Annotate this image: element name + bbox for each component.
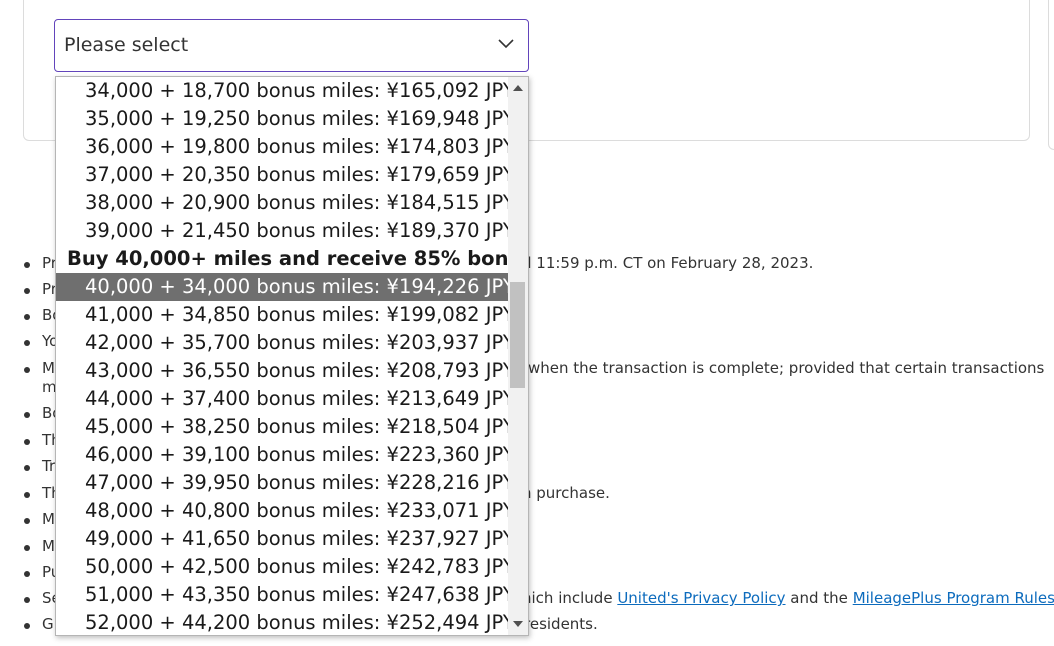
option[interactable]: 49,000 + 41,650 bonus miles: ¥237,927 JP… xyxy=(56,525,515,553)
dropdown-scrollbar[interactable] xyxy=(508,77,528,635)
residents-text: residents. xyxy=(524,615,598,633)
terms-fragment: Tr xyxy=(42,457,56,475)
option[interactable]: 39,000 + 21,450 bonus miles: ¥189,370 JP… xyxy=(56,217,515,245)
bullet xyxy=(24,412,30,418)
bullet xyxy=(24,492,30,498)
option[interactable]: 43,000 + 36,550 bonus miles: ¥208,793 JP… xyxy=(56,357,515,385)
program-rules-link[interactable]: MileagePlus Program Rules xyxy=(853,589,1054,607)
bullet xyxy=(24,314,30,320)
option[interactable]: 45,000 + 38,250 bonus miles: ¥218,504 JP… xyxy=(56,413,515,441)
bullet xyxy=(24,545,30,551)
bullet xyxy=(24,465,30,471)
bullet xyxy=(24,571,30,577)
and-the-text: and the xyxy=(785,589,853,607)
scroll-down-arrow-icon[interactable] xyxy=(513,621,523,627)
terms-fragment: M xyxy=(42,510,55,528)
bullet xyxy=(24,518,30,524)
option[interactable]: 36,000 + 19,800 bonus miles: ¥174,803 JP… xyxy=(56,133,515,161)
option[interactable]: 35,000 + 19,250 bonus miles: ¥169,948 JP… xyxy=(56,105,515,133)
chevron-down-icon xyxy=(498,39,514,49)
privacy-policy-link[interactable]: United's Privacy Policy xyxy=(617,589,785,607)
option[interactable]: 48,000 + 40,800 bonus miles: ¥233,071 JP… xyxy=(56,497,515,525)
options-container: 34,000 + 18,700 bonus miles: ¥165,092 JP… xyxy=(56,77,529,635)
bullet xyxy=(24,262,30,268)
option[interactable]: 46,000 + 39,100 bonus miles: ¥223,360 JP… xyxy=(56,441,515,469)
optgroup-label: Buy 40,000+ miles and receive 85% bonus xyxy=(67,247,529,270)
scroll-up-arrow-icon[interactable] xyxy=(513,85,523,91)
option[interactable]: 50,000 + 42,500 bonus miles: ¥242,783 JP… xyxy=(56,553,515,581)
option[interactable]: 44,000 + 37,400 bonus miles: ¥213,649 JP… xyxy=(56,385,515,413)
side-card xyxy=(1048,0,1054,150)
miles-dropdown-list[interactable]: 34,000 + 18,700 bonus miles: ¥165,092 JP… xyxy=(55,76,529,636)
include-text: hich include xyxy=(522,589,618,607)
option[interactable]: 41,000 + 34,850 bonus miles: ¥199,082 JP… xyxy=(56,301,515,329)
scrollbar-thumb[interactable] xyxy=(510,282,525,388)
option[interactable]: 37,000 + 20,350 bonus miles: ¥179,659 JP… xyxy=(56,161,515,189)
terms-fragment: G xyxy=(42,615,54,633)
option[interactable]: 47,000 + 39,950 bonus miles: ¥228,216 JP… xyxy=(56,469,515,497)
privacy-sentence: hich include United's Privacy Policy and… xyxy=(522,589,1054,607)
bullet xyxy=(24,623,30,629)
transaction-text: when the transaction is complete; provid… xyxy=(528,359,1045,377)
bullet xyxy=(24,288,30,294)
bullet xyxy=(24,597,30,603)
terms-fragment: M xyxy=(42,537,55,555)
bullet xyxy=(24,439,30,445)
select-placeholder: Please select xyxy=(64,34,189,56)
terms-fragment: M xyxy=(42,359,55,377)
bullet xyxy=(24,340,30,346)
option[interactable]: 34,000 + 18,700 bonus miles: ¥165,092 JP… xyxy=(56,77,515,105)
option[interactable]: 52,000 + 44,200 bonus miles: ¥252,494 JP… xyxy=(56,609,515,635)
option[interactable]: 51,000 + 43,350 bonus miles: ¥247,638 JP… xyxy=(56,581,515,609)
option[interactable]: 42,000 + 35,700 bonus miles: ¥203,937 JP… xyxy=(56,329,515,357)
option-highlighted[interactable]: 40,000 + 34,000 bonus miles: ¥194,226 JP… xyxy=(56,273,515,301)
promo-end-text: d 11:59 p.m. CT on February 28, 2023. xyxy=(522,254,814,272)
option[interactable]: 38,000 + 20,900 bonus miles: ¥184,515 JP… xyxy=(56,189,515,217)
purchase-text: n purchase. xyxy=(522,484,610,502)
miles-select[interactable]: Please select xyxy=(54,19,529,72)
bullet xyxy=(24,367,30,373)
